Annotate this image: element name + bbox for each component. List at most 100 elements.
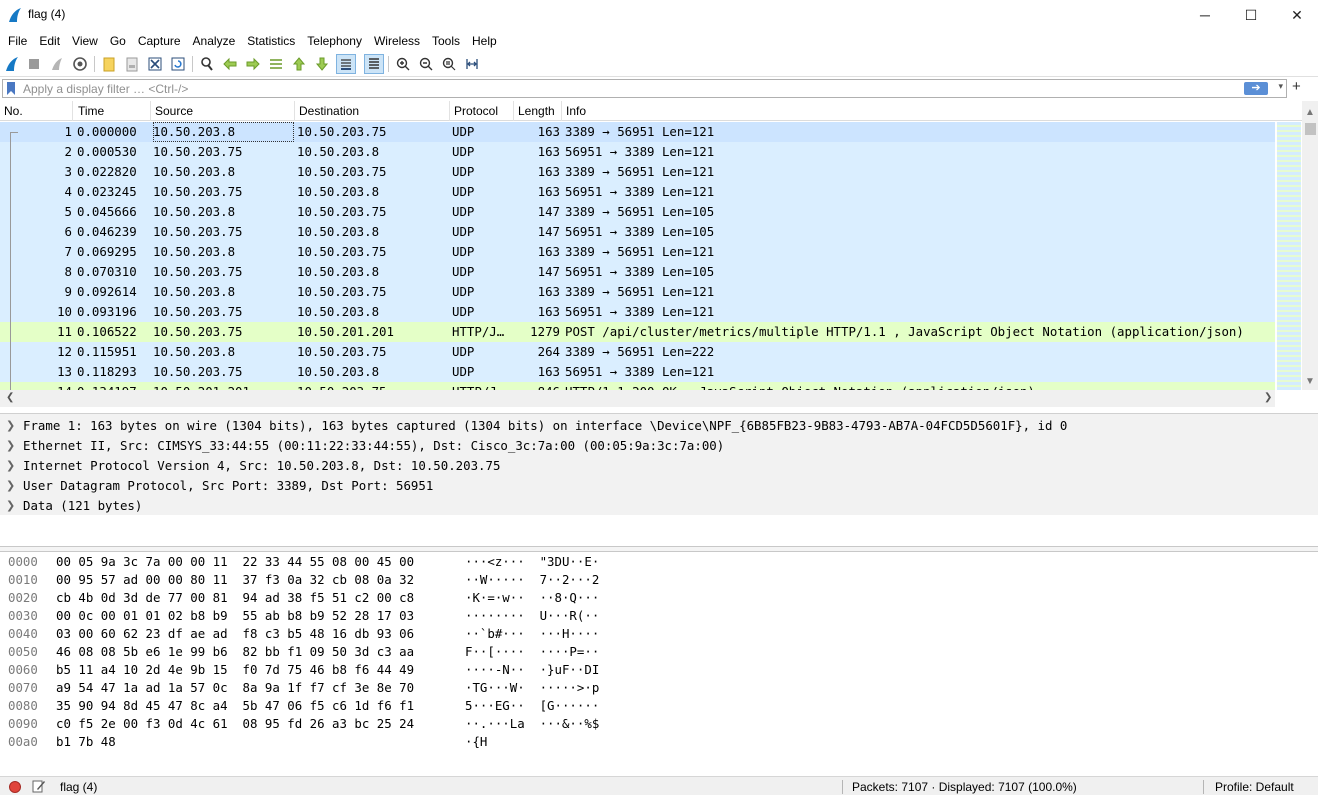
menu-tools[interactable]: Tools: [426, 31, 466, 51]
capture-comment-icon[interactable]: [32, 779, 46, 793]
window-title: flag (4): [28, 7, 66, 21]
status-profile[interactable]: Profile: Default: [1215, 780, 1294, 794]
go-back-icon[interactable]: [220, 54, 240, 74]
hex-dump-row[interactable]: 0080 35 90 94 8d 45 47 8c a4 5b 47 06 f5 …: [0, 697, 700, 715]
scroll-down-icon[interactable]: ▼: [1305, 376, 1315, 387]
display-filter-input[interactable]: Apply a display filter … <Ctrl-/> ➔ ▾: [2, 79, 1287, 98]
open-file-icon[interactable]: [99, 54, 119, 74]
packet-row[interactable]: 1 0.000000 10.50.203.8 10.50.203.75 UDP 163 33…: [0, 122, 1275, 142]
detail-row-frame[interactable]: ❯ Frame 1: 163 bytes on wire (1304 bits)…: [0, 416, 1318, 436]
packet-list-vertical-scrollbar[interactable]: [1302, 101, 1318, 390]
scroll-left-icon[interactable]: ❮: [6, 392, 14, 403]
hex-ascii: ··W····· 7··2···2: [465, 572, 600, 587]
resize-columns-icon[interactable]: [462, 54, 482, 74]
hex-dump-row[interactable]: 00a0 b1 7b 48 ·{H: [0, 733, 700, 751]
packet-row[interactable]: 3 0.022820 10.50.203.8 10.50.203.75 UDP 163 33…: [0, 162, 1275, 182]
column-header-no[interactable]: No.: [0, 101, 73, 121]
packet-minimap[interactable]: [1277, 122, 1301, 390]
hex-dump-row[interactable]: 0050 46 08 08 5b e6 1e 99 b6 82 bb f1 09 …: [0, 643, 700, 661]
detail-row-udp[interactable]: ❯ User Datagram Protocol, Src Port: 3389…: [0, 476, 1318, 496]
close-button[interactable]: ✕: [1274, 0, 1318, 30]
go-forward-icon[interactable]: [243, 54, 263, 74]
scrollbar-thumb[interactable]: [1305, 123, 1316, 135]
expert-info-icon[interactable]: [9, 781, 21, 793]
expand-chevron-icon[interactable]: ❯: [6, 476, 15, 496]
packet-row[interactable]: 13 0.118293 10.50.203.75 10.50.203.8 UDP 163 5…: [0, 362, 1275, 382]
zoom-out-icon[interactable]: [416, 54, 436, 74]
go-to-packet-icon[interactable]: [266, 54, 286, 74]
hex-dump-row[interactable]: 0060 b5 11 a4 10 2d 4e 9b 15 f0 7d 75 46 …: [0, 661, 700, 679]
menu-wireless[interactable]: Wireless: [368, 31, 426, 51]
shark-fin-start-icon[interactable]: [2, 54, 22, 74]
column-header-length[interactable]: Length: [514, 101, 562, 121]
packet-row[interactable]: 8 0.070310 10.50.203.75 10.50.203.8 UDP 147 56…: [0, 262, 1275, 282]
detail-row-ip[interactable]: ❯ Internet Protocol Version 4, Src: 10.5…: [0, 456, 1318, 476]
stop-capture-icon[interactable]: [24, 54, 44, 74]
menu-help[interactable]: Help: [466, 31, 503, 51]
apply-filter-icon[interactable]: ➔: [1244, 82, 1268, 95]
hex-dump-row[interactable]: 0090 c0 f5 2e 00 f3 0d 4c 61 08 95 fd 26 …: [0, 715, 700, 733]
filter-dropdown-icon[interactable]: ▾: [1278, 81, 1283, 92]
hex-dump-row[interactable]: 0010 00 95 57 ad 00 00 80 11 37 f3 0a 32 …: [0, 571, 700, 589]
close-file-icon[interactable]: [145, 54, 165, 74]
menu-capture[interactable]: Capture: [132, 31, 187, 51]
packet-row[interactable]: 11 0.106522 10.50.203.75 10.50.201.201 HTTP/…: [0, 322, 1275, 342]
packet-row[interactable]: 4 0.023245 10.50.203.75 10.50.203.8 UDP 163 56…: [0, 182, 1275, 202]
packet-row[interactable]: 5 0.045666 10.50.203.8 10.50.203.75 UDP 147 33…: [0, 202, 1275, 222]
column-header-protocol[interactable]: Protocol: [450, 101, 514, 121]
scroll-right-icon[interactable]: ❯: [1264, 392, 1272, 403]
menu-telephony[interactable]: Telephony: [301, 31, 368, 51]
menu-analyze[interactable]: Analyze: [187, 31, 242, 51]
restart-capture-icon[interactable]: [47, 54, 67, 74]
autoscroll-icon[interactable]: [336, 54, 356, 74]
column-header-destination[interactable]: Destination: [295, 101, 450, 121]
hex-dump-row[interactable]: 0020 cb 4b 0d 3d de 77 00 81 94 ad 38 f5 …: [0, 589, 700, 607]
packet-row[interactable]: 7 0.069295 10.50.203.8 10.50.203.75 UDP 163 33…: [0, 242, 1275, 262]
menu-view[interactable]: View: [66, 31, 104, 51]
expand-chevron-icon[interactable]: ❯: [6, 416, 15, 436]
packet-row[interactable]: 140.13419710.50.201.20110.50.203.75HTTP/…: [0, 382, 1275, 390]
expand-chevron-icon[interactable]: ❯: [6, 456, 15, 476]
packet-cell-proto: UDP: [452, 124, 475, 139]
packet-cell-len: 163: [537, 144, 560, 159]
last-packet-icon[interactable]: [312, 54, 332, 74]
capture-options-icon[interactable]: [70, 54, 90, 74]
column-header-source[interactable]: Source: [151, 101, 295, 121]
menu-statistics[interactable]: Statistics: [241, 31, 301, 51]
packet-row[interactable]: 10 0.093196 10.50.203.75 10.50.203.8 UDP 163 5…: [0, 302, 1275, 322]
minimize-button[interactable]: ─: [1182, 0, 1228, 30]
zoom-in-icon[interactable]: [393, 54, 413, 74]
packet-cell-len: 163: [537, 304, 560, 319]
colorize-icon[interactable]: [364, 54, 384, 74]
scroll-up-icon[interactable]: ▲: [1305, 107, 1315, 118]
find-packet-icon[interactable]: [197, 54, 217, 74]
detail-row-data[interactable]: ❯ Data (121 bytes): [0, 496, 1318, 516]
bookmark-icon[interactable]: [6, 82, 16, 95]
packet-row[interactable]: 2 0.000530 10.50.203.75 10.50.203.8 UDP 163 56…: [0, 142, 1275, 162]
hex-dump-row[interactable]: 0030 00 0c 00 01 01 02 b8 b9 55 ab b8 b9 …: [0, 607, 700, 625]
menu-go[interactable]: Go: [104, 31, 132, 51]
packet-row[interactable]: 9 0.092614 10.50.203.8 10.50.203.75 UDP 163 33…: [0, 282, 1275, 302]
maximize-button[interactable]: ☐: [1228, 0, 1274, 30]
first-packet-icon[interactable]: [289, 54, 309, 74]
packet-cell-info: HTTP/1.1 200 OK , JavaScript Object Nota…: [565, 382, 1275, 390]
hex-dump-row[interactable]: 0040 03 00 60 62 23 df ae ad f8 c3 b5 48 …: [0, 625, 700, 643]
column-header-info[interactable]: Info: [562, 101, 1275, 121]
packet-row[interactable]: 6 0.046239 10.50.203.75 10.50.203.8 UDP 147 56…: [0, 222, 1275, 242]
normal-size-icon[interactable]: [439, 54, 459, 74]
column-header-time[interactable]: Time: [74, 101, 151, 121]
add-filter-button-icon[interactable]: +: [1292, 78, 1301, 95]
packet-list-horizontal-scrollbar[interactable]: ❮ ❯: [0, 390, 1275, 407]
hex-dump-row[interactable]: 0070 a9 54 47 1a ad 1a 57 0c 8a 9a 1f f7 …: [0, 679, 700, 697]
save-file-icon[interactable]: [122, 54, 142, 74]
packet-cell-len: 163: [537, 244, 560, 259]
packet-row[interactable]: 12 0.115951 10.50.203.8 10.50.203.75 UDP 264 3…: [0, 342, 1275, 362]
hex-bytes: a9 54 47 1a ad 1a 57 0c 8a 9a 1f f7 cf 3…: [56, 680, 415, 695]
expand-chevron-icon[interactable]: ❯: [6, 496, 15, 516]
reload-file-icon[interactable]: [168, 54, 188, 74]
expand-chevron-icon[interactable]: ❯: [6, 436, 15, 456]
detail-row-ethernet[interactable]: ❯ Ethernet II, Src: CIMSYS_33:44:55 (00:…: [0, 436, 1318, 456]
hex-dump-row[interactable]: 0000 00 05 9a 3c 7a 00 00 11 22 33 44 55 …: [0, 553, 700, 571]
menu-edit[interactable]: Edit: [33, 31, 66, 51]
menu-file[interactable]: File: [2, 31, 33, 51]
